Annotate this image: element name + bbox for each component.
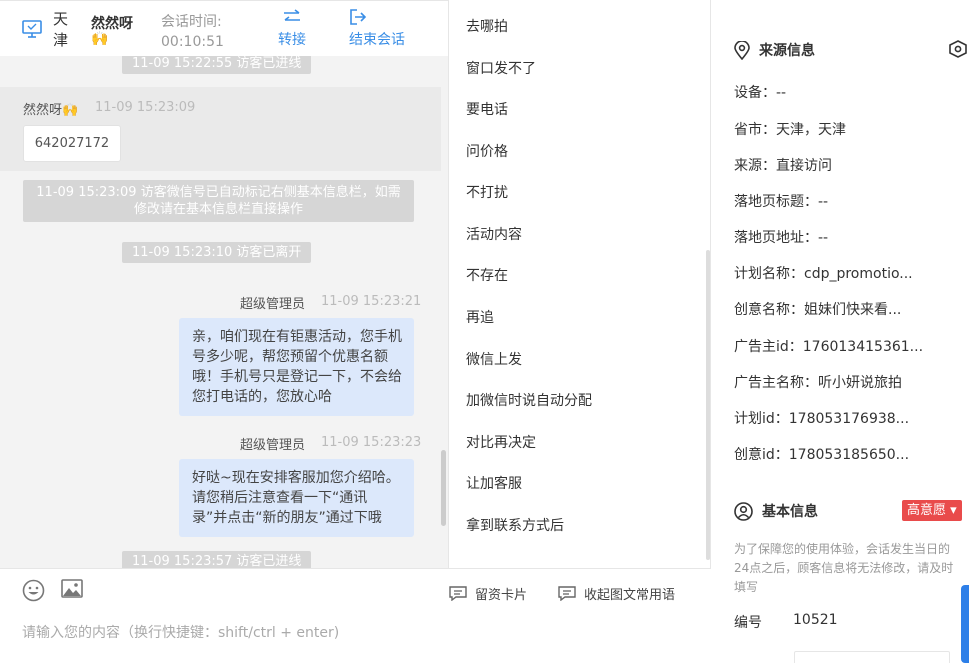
quick-reply-item[interactable]: 要电话 (466, 99, 508, 119)
message-input[interactable]: 请输入您的内容（换行快捷键：shift/ctrl + enter) (22, 622, 339, 642)
quick-reply-item[interactable]: 让加客服 (466, 473, 522, 493)
location-pin-icon (734, 40, 750, 60)
transfer-label: 转接 (278, 32, 306, 48)
visitor-message-time: 11-09 15:23:09 (95, 100, 196, 115)
collapse-quick-replies-button[interactable]: 收起图文常用语 (558, 584, 675, 603)
intent-level-select[interactable]: 高意愿 ▾ (902, 500, 962, 521)
exit-icon (350, 9, 367, 25)
field-input[interactable] (794, 651, 950, 663)
emoji-icon[interactable] (22, 579, 45, 602)
card-icon (449, 586, 467, 601)
session-header: 天津 然然呀 🙌 会话时间: 00:10:51 转接 结束会话 (0, 0, 448, 56)
lead-card-button[interactable]: 留资卡片 (449, 584, 527, 603)
system-message: 11-09 15:23:57 访客已进线 (122, 551, 312, 568)
info-creative-name: 创意名称：姐妹们快来看... (734, 302, 902, 318)
agent-message-time: 11-09 15:23:21 (321, 294, 422, 309)
agent-sender-name: 超级管理员 (240, 297, 306, 312)
agent-message-time: 11-09 15:23:23 (321, 435, 422, 450)
quick-reply-item[interactable]: 对比再决定 (466, 432, 536, 452)
monitor-icon (22, 20, 42, 38)
chat-workspace: 天津 然然呀 🙌 会话时间: 00:10:51 转接 结束会话 11-09 15… (0, 0, 969, 663)
basic-info-title: 基本信息 (734, 501, 818, 521)
message-composer: 留资卡片 收起图文常用语 请输入您的内容（换行快捷键：shift/ctrl + … (0, 568, 711, 663)
info-plan-id: 计划id：178053176938... (734, 411, 910, 427)
quick-replies-panel: 去哪拍 窗口发不了 要电话 问价格 不打扰 活动内容 不存在 再追 微信上发 加… (448, 0, 711, 568)
visitor-city: 天津 (53, 10, 69, 49)
quick-reply-item[interactable]: 不打扰 (466, 182, 508, 202)
chat-scrollbar[interactable] (441, 450, 446, 526)
visitor-avatar-emoji: 🙌 (91, 31, 109, 47)
lead-card-label: 留资卡片 (475, 588, 528, 603)
visitor-info-panel: 来源信息 设备：-- 省市：天津，天津 来源：直接访问 落地页标题：-- 落地页… (712, 0, 969, 663)
image-icon[interactable] (61, 579, 83, 599)
quick-reply-item[interactable]: 不存在 (466, 265, 508, 285)
info-source: 来源：直接访问 (734, 158, 832, 174)
visitor-sender-name: 然然呀🙌 (23, 103, 79, 118)
view-icon[interactable] (948, 40, 968, 58)
info-plan-name: 计划名称：cdp_promotio... (734, 266, 913, 282)
quick-reply-item[interactable]: 问价格 (466, 141, 508, 161)
info-creative-id: 创意id：178053185650... (734, 447, 910, 463)
info-province-city: 省市：天津，天津 (734, 122, 846, 138)
end-session-button[interactable]: 结束会话 (349, 9, 405, 49)
source-info-label: 来源信息 (759, 43, 815, 59)
agent-message-bubble[interactable]: 好哒~现在安排客服加您介绍哈。请您稍后注意查看一下“通讯录”并点击“新的朋友”通… (179, 459, 414, 537)
info-landing-url: 落地页地址：-- (734, 230, 829, 246)
system-message: 11-09 15:22:55 访客已进线 (122, 56, 312, 74)
user-icon (734, 501, 753, 521)
edit-notice: 为了保障您的使用体验，会话发生当日的24点之后，顾客信息将无法修改，请及时填写 (734, 542, 954, 594)
info-landing-title: 落地页标题：-- (734, 194, 829, 210)
quick-reply-item[interactable]: 再追 (466, 307, 494, 327)
chat-log[interactable]: 11-09 15:22:55 访客已进线 然然呀🙌 11-09 15:23:09… (0, 56, 448, 568)
info-device: 设备：-- (734, 85, 787, 101)
session-time-value: 00:10:51 (161, 34, 224, 50)
visitor-message-bubble[interactable]: 642027172 (23, 125, 121, 162)
info-advertiser-id: 广告主id：176013415361... (734, 339, 924, 355)
number-value: 10521 (793, 612, 838, 628)
basic-info-label: 基本信息 (762, 504, 818, 520)
agent-sender-name: 超级管理员 (240, 438, 306, 453)
transfer-icon (284, 9, 300, 21)
quick-reply-item[interactable]: 微信上发 (466, 349, 522, 369)
visitor-name: 然然呀 (91, 16, 133, 32)
quick-reply-item[interactable]: 活动内容 (466, 224, 522, 244)
system-notice: 11-09 15:23:09 访客微信号已自动标记右侧基本信息栏，如需修改请在基… (23, 180, 414, 222)
collapse-quick-replies-label: 收起图文常用语 (584, 588, 676, 603)
quick-reply-item[interactable]: 拿到联系方式后 (466, 515, 564, 535)
end-session-label: 结束会话 (349, 32, 405, 48)
quick-reply-item[interactable]: 加微信时说自动分配 (466, 390, 592, 410)
quick-replies-scrollbar[interactable] (706, 250, 710, 560)
info-advertiser-name: 广告主名称：听小妍说旅拍 (734, 375, 902, 391)
agent-message-bubble[interactable]: 亲，咱们现在有钜惠活动，您手机号多少呢，帮您预留个优惠名额哦！手机号只是登记一下… (179, 318, 414, 416)
side-toggle-button[interactable] (961, 585, 969, 663)
source-info-title: 来源信息 (734, 40, 815, 60)
quick-reply-item[interactable]: 去哪拍 (466, 16, 508, 36)
quick-reply-item[interactable]: 窗口发不了 (466, 58, 536, 78)
session-time-label: 会话时间: (161, 14, 222, 30)
transfer-button[interactable]: 转接 (278, 9, 306, 49)
system-message: 11-09 15:23:10 访客已离开 (122, 242, 312, 263)
number-label: 编号 (734, 615, 762, 631)
message-icon (558, 586, 576, 601)
